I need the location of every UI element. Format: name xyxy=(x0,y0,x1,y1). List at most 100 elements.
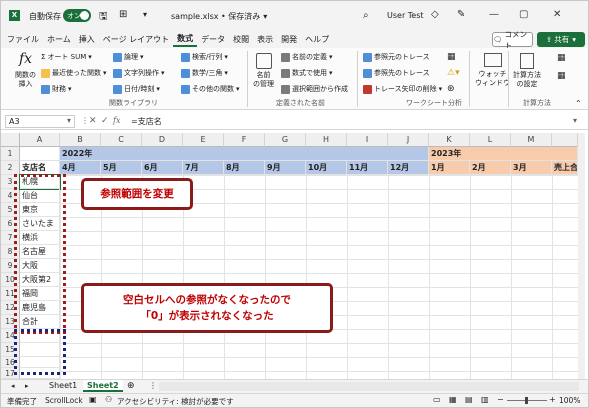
autosum-button[interactable]: Σ オート SUM ▾ xyxy=(41,52,92,62)
define-name-button[interactable]: 名前の定義 ▾ xyxy=(281,52,333,62)
column-header[interactable]: J xyxy=(388,133,429,147)
cell-month-header[interactable]: 8月 xyxy=(224,161,265,175)
use-in-formula-button[interactable]: 数式で使用 ▾ xyxy=(281,68,333,78)
cancel-icon[interactable]: ✕ xyxy=(89,116,97,126)
tab-developer[interactable]: 開発 xyxy=(277,34,301,45)
tab-page-layout[interactable]: ページ レイアウト xyxy=(99,34,173,45)
sheet-tab-sheet1[interactable]: Sheet1 xyxy=(45,380,81,392)
name-box-dropdown-icon[interactable]: ▾ xyxy=(67,116,71,125)
next-sheet-icon[interactable]: ▸ xyxy=(21,380,33,392)
cell-month-header[interactable]: 10月 xyxy=(306,161,347,175)
sheet-tab-sheet2[interactable]: Sheet2 xyxy=(83,380,123,392)
text-button[interactable]: 文字列操作 ▾ xyxy=(113,68,165,78)
horizontal-scrollbar[interactable] xyxy=(159,382,579,391)
tab-home[interactable]: ホーム xyxy=(43,34,75,45)
name-box[interactable]: A3 xyxy=(5,115,75,128)
insert-function-icon[interactable]: fx xyxy=(113,116,120,125)
enter-icon[interactable]: ✓ xyxy=(101,116,109,126)
status-accessibility[interactable]: アクセシビリティ: 検討が必要です xyxy=(117,396,234,407)
pen-icon[interactable]: ✎ xyxy=(457,9,465,20)
insert-function-button[interactable]: fx 関数の 挿入 xyxy=(15,51,36,89)
create-from-selection-button[interactable]: 選択範囲から作成 xyxy=(281,84,348,94)
column-header[interactable]: D xyxy=(142,133,183,147)
tab-data[interactable]: データ xyxy=(197,34,229,45)
cell-month-header[interactable]: 3月 xyxy=(511,161,552,175)
cell-month-header[interactable]: 9月 xyxy=(265,161,306,175)
cell-month-header[interactable]: 2月 xyxy=(470,161,511,175)
cell-month-header[interactable]: 5月 xyxy=(101,161,142,175)
more-functions-button[interactable]: その他の関数 ▾ xyxy=(181,84,240,94)
customize-qat-icon[interactable]: ▾ xyxy=(143,10,147,19)
prev-sheet-icon[interactable]: ◂ xyxy=(7,380,19,392)
lookup-button[interactable]: 検索/行列 ▾ xyxy=(181,52,228,62)
share-button[interactable]: ⇪ 共有 ▾ xyxy=(537,32,585,47)
autosave-toggle[interactable]: オン xyxy=(63,9,91,22)
math-button[interactable]: 数学/三角 ▾ xyxy=(181,68,228,78)
financial-button[interactable]: 財務 ▾ xyxy=(41,84,72,94)
cell-total-header[interactable]: 売上合 xyxy=(552,161,578,175)
search-icon[interactable]: ⌕ xyxy=(363,10,369,21)
tab-view[interactable]: 表示 xyxy=(253,34,277,45)
page-break-view-icon[interactable]: ▥ xyxy=(481,395,489,404)
show-formulas-icon[interactable]: ▦ xyxy=(447,52,456,62)
maximize-button[interactable]: ▢ xyxy=(519,9,528,20)
evaluate-formula-icon[interactable]: ⊛ xyxy=(447,84,455,94)
cell-month-header[interactable]: 6月 xyxy=(142,161,183,175)
cell-month-header[interactable]: 11月 xyxy=(347,161,388,175)
column-header[interactable]: E xyxy=(183,133,224,147)
remove-arrows-button[interactable]: トレース矢印の削除 ▾ xyxy=(363,84,442,94)
calculation-options-button[interactable]: 計算方法 の設定 xyxy=(513,53,541,89)
close-button[interactable]: ✕ xyxy=(553,9,561,20)
cell-month-header[interactable]: 12月 xyxy=(388,161,429,175)
user-name[interactable]: User Test xyxy=(387,11,424,20)
tab-insert[interactable]: 挿入 xyxy=(75,34,99,45)
column-header[interactable]: G xyxy=(265,133,306,147)
trace-precedents-button[interactable]: 参照元のトレース xyxy=(363,52,430,62)
add-sheet-icon[interactable]: ⊕ xyxy=(123,380,139,392)
zoom-level[interactable]: 100% xyxy=(559,396,580,405)
error-check-icon[interactable]: ⚠▾ xyxy=(447,68,460,78)
column-header[interactable]: B xyxy=(60,133,101,147)
expand-formula-icon[interactable]: ▾ xyxy=(573,116,577,125)
diamond-icon[interactable]: ◇ xyxy=(431,9,439,20)
recent-functions-button[interactable]: 最近使った関数 ▾ xyxy=(41,68,107,78)
column-header[interactable]: F xyxy=(224,133,265,147)
tab-file[interactable]: ファイル xyxy=(1,34,43,45)
column-header[interactable]: C xyxy=(101,133,142,147)
cell-a2-header[interactable]: 支店名 xyxy=(20,161,60,175)
column-header[interactable]: M xyxy=(511,133,552,147)
zoom-slider-handle[interactable] xyxy=(525,397,528,404)
formula-input[interactable]: =支店名 xyxy=(131,116,162,127)
zoom-out-icon[interactable]: − xyxy=(497,395,504,404)
calculate-now-icon[interactable]: ▦ xyxy=(557,53,566,63)
zoom-in-icon[interactable]: + xyxy=(549,395,556,404)
cell-month-header[interactable]: 1月 xyxy=(429,161,470,175)
collapse-ribbon-icon[interactable]: ⌃ xyxy=(575,99,582,108)
quick-access-icon[interactable]: ⊞ xyxy=(119,9,127,20)
display-settings-icon[interactable]: ▭ xyxy=(433,395,441,404)
tab-formulas[interactable]: 数式 xyxy=(173,33,198,47)
column-header[interactable]: H xyxy=(306,133,347,147)
comment-button[interactable]: 🗨 コメント xyxy=(492,30,533,50)
column-header[interactable]: L xyxy=(470,133,511,147)
cell-month-header[interactable]: 7月 xyxy=(183,161,224,175)
watch-window-button[interactable]: ウォッチ ウィンドウ xyxy=(475,53,510,88)
column-header[interactable] xyxy=(552,133,578,147)
cell-k1-year[interactable]: 2023年 xyxy=(429,147,578,161)
accessibility-icon[interactable]: ⚇ xyxy=(105,395,112,404)
page-layout-view-icon[interactable]: ▤ xyxy=(465,395,473,404)
row-header[interactable]: 2 xyxy=(1,161,20,175)
datetime-button[interactable]: 日付/時刻 ▾ xyxy=(113,84,160,94)
column-header[interactable]: K xyxy=(429,133,470,147)
tab-help[interactable]: ヘルプ xyxy=(301,34,333,45)
cell-month-header[interactable]: 4月 xyxy=(60,161,101,175)
calculate-sheet-icon[interactable]: ▦ xyxy=(557,71,566,81)
vertical-scrollbar[interactable] xyxy=(578,133,585,379)
select-all-corner[interactable] xyxy=(1,133,20,147)
name-manager-button[interactable]: 名前 の管理 xyxy=(253,53,274,89)
cell-a1[interactable] xyxy=(20,147,60,161)
logical-button[interactable]: 論理 ▾ xyxy=(113,52,144,62)
tab-review[interactable]: 校閲 xyxy=(229,34,253,45)
macro-icon[interactable]: ▣ xyxy=(89,395,97,404)
column-header[interactable]: I xyxy=(347,133,388,147)
